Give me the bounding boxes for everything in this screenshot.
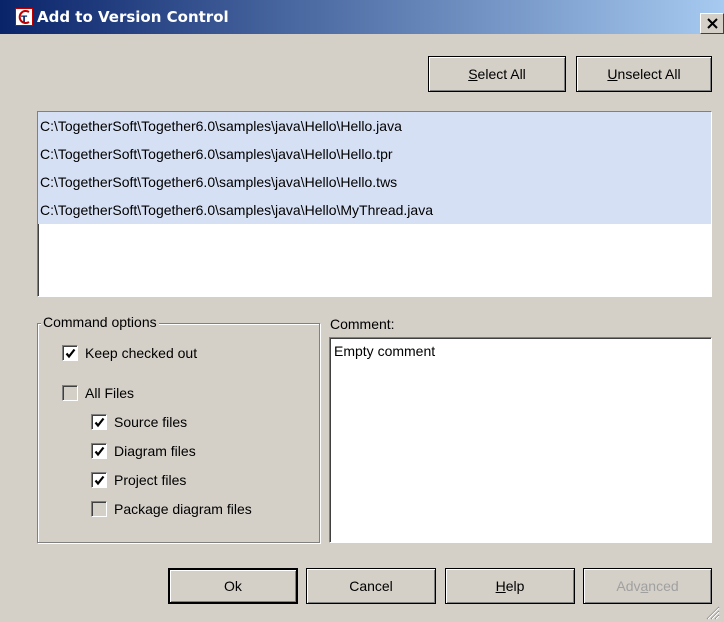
- select-all-button[interactable]: Select All: [428, 56, 566, 92]
- keep-checked-out-checkbox[interactable]: Keep checked out: [62, 345, 197, 361]
- window-title: Add to Version Control: [37, 8, 229, 26]
- svg-text:T: T: [21, 15, 28, 25]
- together-app-icon: T: [15, 8, 33, 26]
- comment-label: Comment:: [330, 316, 395, 332]
- project-files-label: Project files: [114, 472, 187, 488]
- ok-button[interactable]: Ok: [168, 568, 298, 604]
- all-files-label: All Files: [85, 385, 135, 401]
- unselect-all-button[interactable]: Unselect All: [576, 56, 712, 92]
- diagram-files-label: Diagram files: [114, 443, 196, 459]
- comment-textarea[interactable]: Empty comment: [329, 337, 712, 543]
- checkbox-checked-icon: [62, 345, 78, 361]
- close-button[interactable]: [700, 13, 724, 34]
- source-files-label: Source files: [114, 414, 188, 430]
- command-options-legend: Command options: [41, 314, 159, 330]
- advanced-label: Advanced: [616, 578, 679, 594]
- diagram-files-checkbox[interactable]: Diagram files: [91, 443, 196, 459]
- ok-label: Ok: [224, 578, 242, 594]
- checkbox-checked-icon: [91, 472, 107, 488]
- checkbox-checked-icon: [91, 443, 107, 459]
- unselect-all-label: Unselect All: [607, 66, 681, 82]
- checkbox-checked-icon: [91, 414, 107, 430]
- file-list-item[interactable]: C:\TogetherSoft\Together6.0\samples\java…: [38, 112, 711, 140]
- advanced-button[interactable]: Advanced: [583, 568, 712, 604]
- file-list[interactable]: C:\TogetherSoft\Together6.0\samples\java…: [37, 111, 712, 297]
- checkbox-unchecked-icon: [62, 385, 78, 401]
- cancel-button[interactable]: Cancel: [306, 568, 436, 604]
- file-list-item[interactable]: C:\TogetherSoft\Together6.0\samples\java…: [38, 196, 711, 224]
- help-label: Help: [495, 578, 525, 594]
- keep-checked-out-label: Keep checked out: [85, 345, 198, 361]
- close-icon: [707, 18, 718, 29]
- package-diagram-files-label: Package diagram files: [114, 501, 252, 517]
- all-files-checkbox[interactable]: All Files: [62, 385, 134, 401]
- checkbox-unchecked-icon: [91, 501, 107, 517]
- cancel-label: Cancel: [349, 578, 393, 594]
- package-diagram-files-checkbox[interactable]: Package diagram files: [91, 501, 252, 517]
- source-files-checkbox[interactable]: Source files: [91, 414, 187, 430]
- project-files-checkbox[interactable]: Project files: [91, 472, 186, 488]
- file-list-item[interactable]: C:\TogetherSoft\Together6.0\samples\java…: [38, 168, 711, 196]
- resize-grip-icon[interactable]: [704, 604, 720, 620]
- title-bar: T Add to Version Control: [0, 0, 724, 34]
- file-list-item[interactable]: C:\TogetherSoft\Together6.0\samples\java…: [38, 140, 711, 168]
- select-all-label: Select All: [468, 66, 526, 82]
- help-button[interactable]: Help: [445, 568, 575, 604]
